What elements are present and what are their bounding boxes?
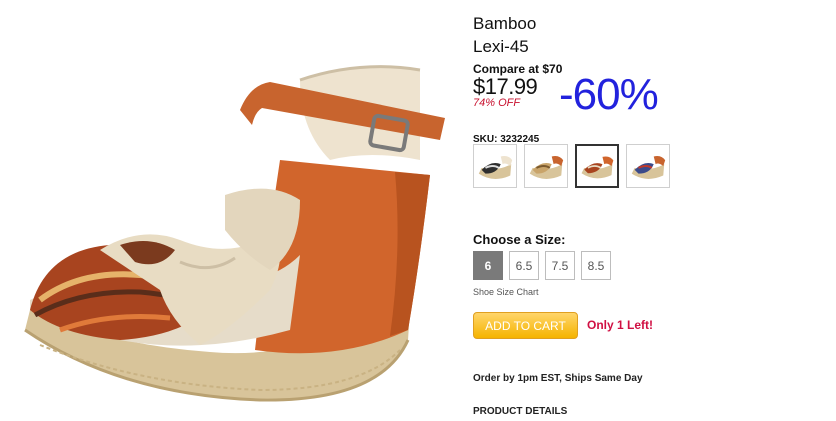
color-swatch-list (473, 144, 670, 188)
size-option-6[interactable]: 6 (473, 251, 503, 280)
product-details-heading[interactable]: PRODUCT DETAILS (473, 406, 567, 417)
color-swatch-orange-multi[interactable] (575, 144, 619, 188)
color-swatch-blue-multi[interactable] (626, 144, 670, 188)
percent-off: 74% OFF (473, 97, 521, 109)
wedge-sandal-illustration (24, 65, 445, 402)
size-selector: 6 6.5 7.5 8.5 (473, 251, 611, 280)
product-info-panel: Bamboo Lexi-45 Compare at $70 $17.99 74%… (473, 0, 833, 417)
product-image (0, 0, 460, 416)
shipping-note: Order by 1pm EST, Ships Same Day (473, 373, 643, 384)
color-swatch-tan-multi[interactable] (524, 144, 568, 188)
brand-name: Bamboo (473, 14, 537, 33)
size-chart-link[interactable]: Shoe Size Chart (473, 287, 539, 297)
size-option-6-5[interactable]: 6.5 (509, 251, 539, 280)
size-heading: Choose a Size: (473, 232, 566, 247)
discount-annotation: -60% (559, 70, 659, 119)
model-name: Lexi-45 (473, 37, 529, 56)
color-swatch-multi-neutral[interactable] (473, 144, 517, 188)
add-to-cart-button[interactable]: ADD TO CART (473, 312, 578, 339)
size-option-7-5[interactable]: 7.5 (545, 251, 575, 280)
size-option-8-5[interactable]: 8.5 (581, 251, 611, 280)
stock-note: Only 1 Left! (587, 318, 654, 332)
